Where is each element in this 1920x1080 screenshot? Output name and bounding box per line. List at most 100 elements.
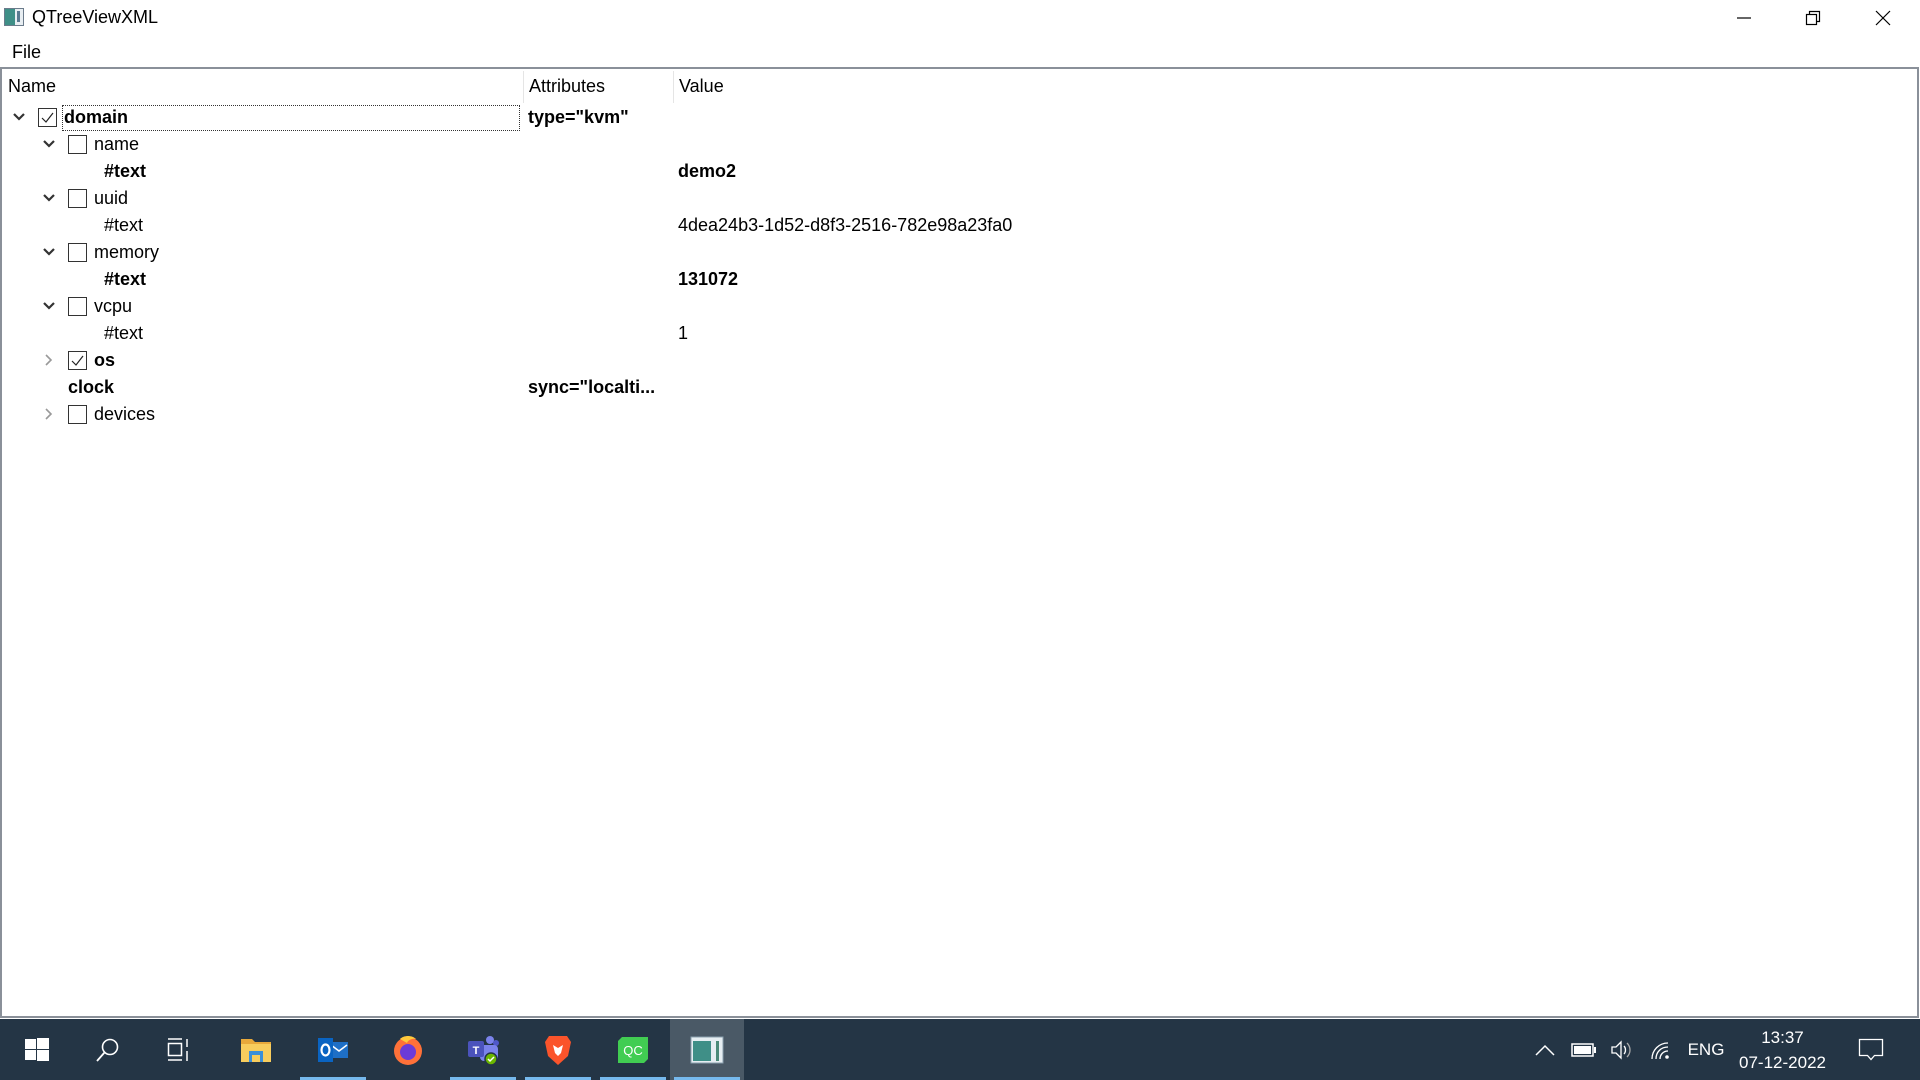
column-header-name[interactable]: Name <box>2 69 525 103</box>
close-button[interactable] <box>1848 0 1918 36</box>
taskbar-qt-creator[interactable]: QC <box>596 1019 670 1080</box>
tree-row[interactable]: devices <box>2 401 1917 428</box>
tray-clock[interactable]: 13:37 07-12-2022 <box>1730 1025 1835 1075</box>
chevron-right-icon[interactable] <box>42 353 56 367</box>
row-checkbox[interactable] <box>68 189 87 208</box>
tree-view[interactable]: Name Attributes Value domain type="kvm" na… <box>0 67 1919 1018</box>
wifi-icon <box>1651 1041 1669 1059</box>
tree-row[interactable]: uuid <box>2 185 1917 212</box>
row-attributes <box>528 293 668 320</box>
checkmark-icon <box>71 355 84 366</box>
tray-battery[interactable] <box>1565 1019 1603 1080</box>
column-header-value[interactable]: Value <box>673 69 1873 103</box>
brave-icon <box>545 1035 571 1065</box>
row-checkbox[interactable] <box>68 297 87 316</box>
row-attributes: type="kvm" <box>528 107 629 127</box>
chevron-down-icon[interactable] <box>42 299 56 313</box>
row-value <box>678 185 1878 212</box>
minimize-button[interactable] <box>1709 0 1779 36</box>
row-value: demo2 <box>678 161 737 181</box>
tray-volume[interactable] <box>1603 1019 1641 1080</box>
search-button[interactable] <box>71 1019 145 1080</box>
taskbar-file-explorer[interactable] <box>219 1019 293 1080</box>
tree-row[interactable]: os <box>2 347 1917 374</box>
row-name: os <box>94 350 116 370</box>
row-value <box>678 401 1878 428</box>
row-name: #text <box>104 323 144 343</box>
column-header-attributes[interactable]: Attributes <box>523 69 673 103</box>
windows-logo-icon <box>25 1037 49 1061</box>
chevron-up-icon <box>1535 1044 1555 1056</box>
row-checkbox[interactable] <box>38 108 57 127</box>
restore-button[interactable] <box>1778 0 1848 36</box>
row-name: name <box>94 134 140 154</box>
row-value: 131072 <box>678 269 739 289</box>
chevron-down-icon[interactable] <box>42 191 56 205</box>
row-attributes <box>528 320 668 347</box>
row-name: #text <box>104 215 144 235</box>
row-attributes <box>528 401 668 428</box>
row-value <box>678 293 1878 320</box>
taskbar-firefox[interactable] <box>371 1019 445 1080</box>
row-attributes <box>528 158 668 185</box>
row-attributes <box>528 266 668 293</box>
minimize-icon <box>1737 17 1751 19</box>
svg-text:QC: QC <box>623 1043 643 1058</box>
tree-row[interactable]: #text demo2 <box>2 158 1917 185</box>
tree-rows: domain type="kvm" name #text demo2 uuid #text 4… <box>2 104 1917 428</box>
row-name: memory <box>94 242 160 262</box>
checkmark-icon <box>41 112 54 123</box>
row-name: #text <box>104 161 147 181</box>
tray-network[interactable] <box>1641 1019 1683 1080</box>
restore-icon <box>1805 10 1821 26</box>
row-value <box>678 131 1878 158</box>
search-icon <box>96 1038 119 1062</box>
taskbar-teams[interactable]: T <box>446 1019 520 1080</box>
chevron-down-icon[interactable] <box>42 245 56 259</box>
tray-show-hidden[interactable] <box>1525 1019 1565 1080</box>
app-icon <box>4 8 24 26</box>
tree-row[interactable]: vcpu <box>2 293 1917 320</box>
window-title: QTreeViewXML <box>32 7 159 27</box>
chevron-down-icon[interactable] <box>12 110 26 124</box>
volume-icon <box>1611 1039 1631 1060</box>
tree-row[interactable]: name <box>2 131 1917 158</box>
row-checkbox[interactable] <box>68 243 87 262</box>
task-view-icon <box>167 1037 188 1061</box>
taskbar-qtreeviewxml[interactable] <box>670 1019 744 1080</box>
tree-row[interactable]: #text 131072 <box>2 266 1917 293</box>
row-name: uuid <box>94 188 129 208</box>
menu-file[interactable]: File <box>4 40 49 64</box>
row-name: #text <box>104 269 147 289</box>
row-value <box>678 347 1878 374</box>
title-bar: QTreeViewXML <box>0 0 1920 36</box>
teams-icon: T <box>468 1035 499 1066</box>
row-checkbox[interactable] <box>68 135 87 154</box>
app-window-icon <box>690 1036 724 1063</box>
notification-icon <box>1858 1038 1884 1060</box>
row-checkbox[interactable] <box>68 351 87 370</box>
folder-icon <box>241 1038 271 1062</box>
row-checkbox[interactable] <box>68 405 87 424</box>
row-value <box>678 239 1878 266</box>
tree-row[interactable]: domain type="kvm" <box>2 104 1917 131</box>
firefox-icon <box>394 1035 422 1065</box>
action-center-button[interactable] <box>1845 1019 1897 1080</box>
clock-date: 07-12-2022 <box>1739 1053 1826 1072</box>
taskbar-outlook[interactable] <box>296 1019 370 1080</box>
row-attributes <box>528 239 668 266</box>
tree-row[interactable]: clock sync="localti... <box>2 374 1917 401</box>
tree-row[interactable]: #text 4dea24b3-1d52-d8f3-2516-782e98a23fa… <box>2 212 1917 239</box>
row-attributes <box>528 131 668 158</box>
chevron-right-icon[interactable] <box>42 407 56 421</box>
start-button[interactable] <box>0 1019 74 1080</box>
row-name: clock <box>68 377 115 397</box>
tray-language[interactable]: ENG <box>1683 1019 1729 1080</box>
tree-row[interactable]: memory <box>2 239 1917 266</box>
row-value <box>678 104 1878 131</box>
taskbar-brave[interactable] <box>521 1019 595 1080</box>
tree-row[interactable]: #text 1 <box>2 320 1917 347</box>
row-value: 1 <box>678 323 689 343</box>
chevron-down-icon[interactable] <box>42 137 56 151</box>
task-view-button[interactable] <box>142 1019 216 1080</box>
